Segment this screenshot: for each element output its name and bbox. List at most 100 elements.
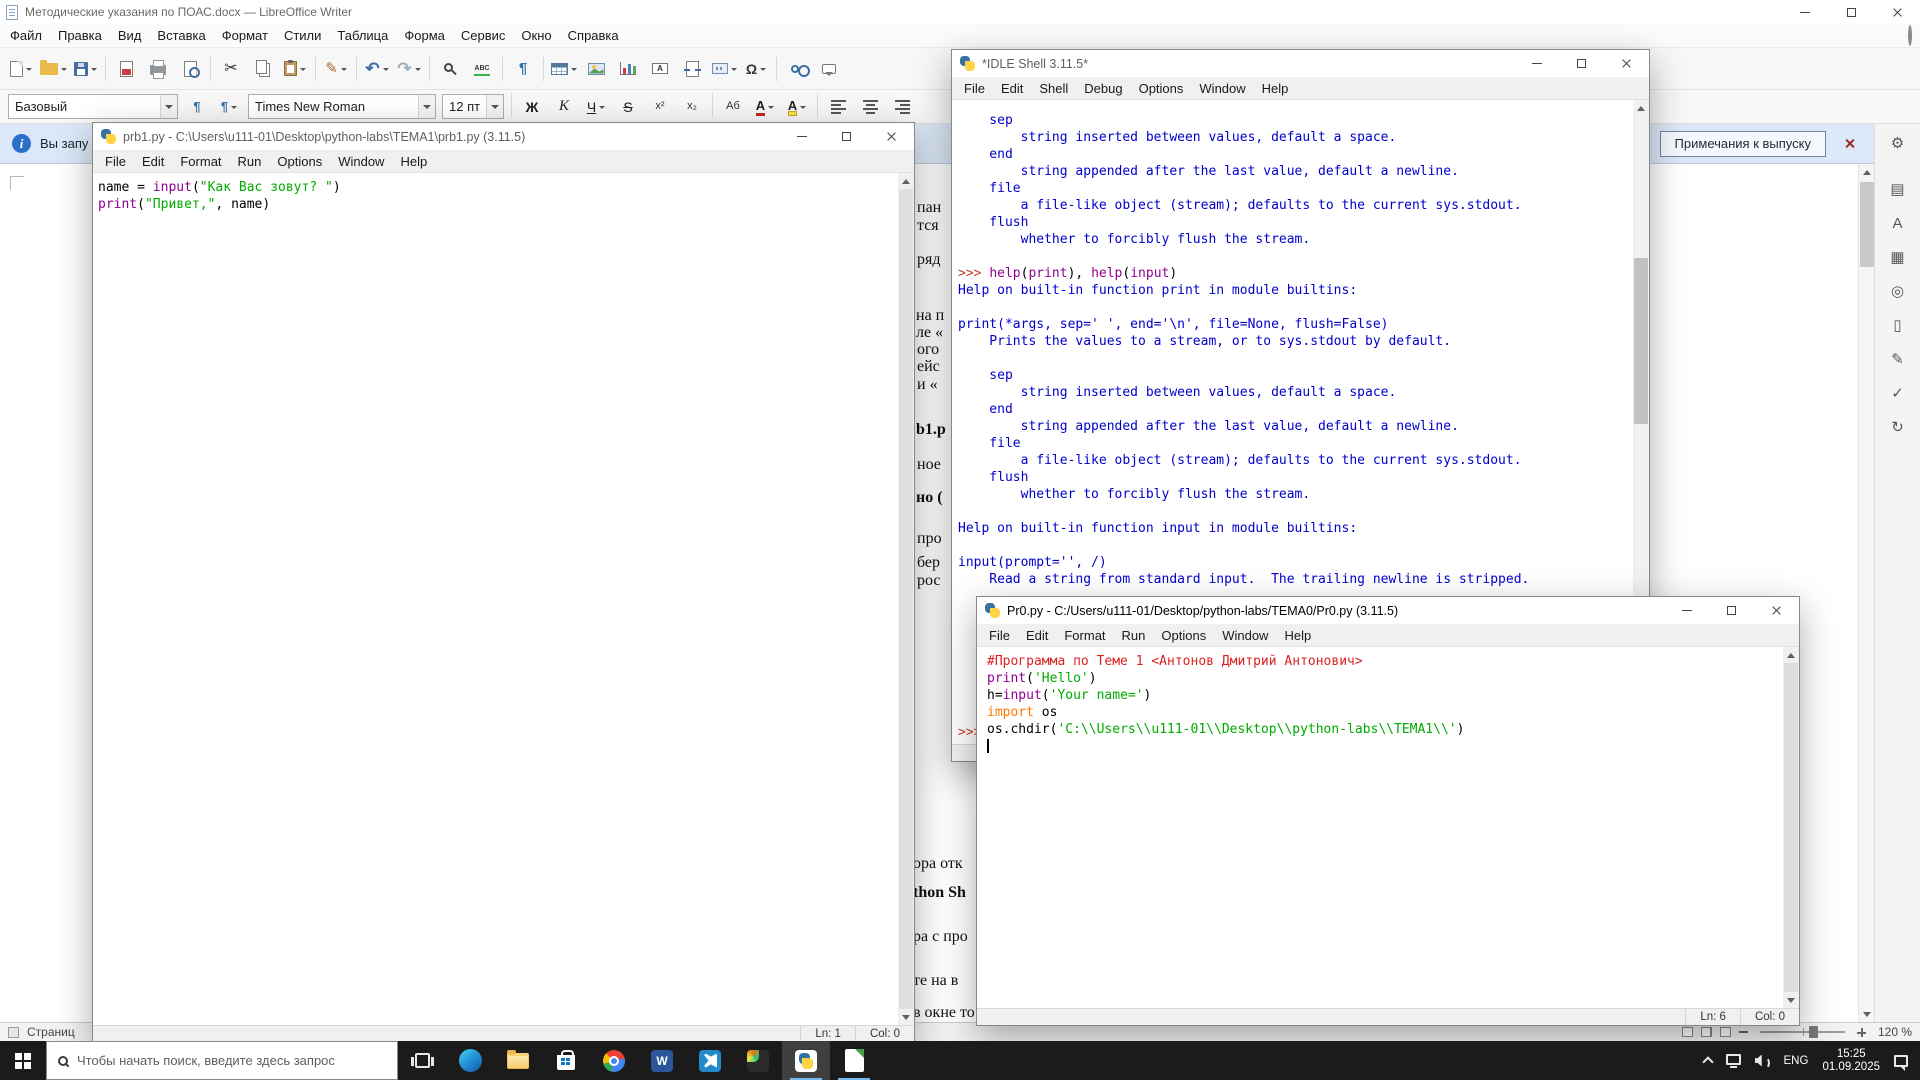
- pr0-menu-item-6[interactable]: Help: [1276, 624, 1319, 646]
- clone-formatting-icon[interactable]: ✎: [321, 55, 351, 83]
- scroll-down-icon[interactable]: [1859, 1006, 1875, 1022]
- save-icon[interactable]: [70, 55, 100, 83]
- word-icon[interactable]: W: [638, 1041, 686, 1080]
- zoom-in-icon[interactable]: [1857, 1027, 1866, 1037]
- pr0-minimize-button[interactable]: [1664, 597, 1709, 624]
- prb1-menu-item-0[interactable]: File: [97, 150, 134, 172]
- print-icon[interactable]: [143, 55, 173, 83]
- scroll-down-icon[interactable]: [1783, 992, 1799, 1008]
- lo-menu-item-5[interactable]: Стили: [276, 24, 329, 47]
- hidden-icons-chevron-icon[interactable]: [1701, 1056, 1714, 1068]
- scroll-up-icon[interactable]: [1859, 164, 1875, 180]
- file-explorer-icon[interactable]: [494, 1041, 542, 1080]
- copy-icon[interactable]: [248, 55, 278, 83]
- pr0-menu-item-2[interactable]: Format: [1056, 624, 1113, 646]
- open-file-icon[interactable]: [38, 55, 68, 83]
- combo-dropdown-icon[interactable]: [160, 95, 177, 118]
- libreoffice-icon[interactable]: [830, 1041, 878, 1080]
- print-preview-icon[interactable]: [175, 55, 205, 83]
- lo-menu-item-0[interactable]: Файл: [2, 24, 50, 47]
- zoom-slider[interactable]: [1760, 1026, 1845, 1038]
- font-name-combobox[interactable]: Times New Roman: [248, 94, 436, 119]
- get-help-icon[interactable]: [1908, 24, 1912, 46]
- paste-icon[interactable]: [280, 55, 310, 83]
- export-pdf-icon[interactable]: [111, 55, 141, 83]
- prb1-maximize-button[interactable]: [824, 123, 869, 150]
- pr0-close-button[interactable]: [1754, 597, 1799, 624]
- lo-close-button[interactable]: [1874, 0, 1920, 24]
- pr0-maximize-button[interactable]: [1709, 597, 1754, 624]
- store-icon[interactable]: [542, 1041, 590, 1080]
- shell-menu-item-2[interactable]: Shell: [1031, 77, 1076, 99]
- underline-button[interactable]: Ч: [581, 93, 611, 121]
- shell-menu-item-1[interactable]: Edit: [993, 77, 1031, 99]
- edge-icon[interactable]: [446, 1041, 494, 1080]
- subscript-button[interactable]: x₂: [677, 93, 707, 121]
- lo-menu-item-3[interactable]: Вставка: [149, 24, 213, 47]
- paragraph-style-combobox[interactable]: Базовый: [8, 94, 178, 119]
- speaker-icon[interactable]: [1755, 1055, 1770, 1069]
- find-replace-icon[interactable]: [435, 55, 465, 83]
- style-inspector-icon[interactable]: ✎: [1881, 345, 1915, 373]
- formatting-marks-icon[interactable]: ¶: [508, 55, 538, 83]
- scrollbar-thumb[interactable]: [899, 189, 913, 1009]
- new-document-icon[interactable]: [6, 55, 36, 83]
- insert-table-icon[interactable]: [549, 55, 579, 83]
- insert-field-icon[interactable]: [709, 55, 739, 83]
- lo-menu-item-2[interactable]: Вид: [110, 24, 150, 47]
- zoom-level[interactable]: 120 %: [1874, 1025, 1912, 1039]
- shell-menu-item-4[interactable]: Options: [1131, 77, 1192, 99]
- prb1-scrollbar[interactable]: [898, 173, 914, 1025]
- insert-hyperlink-icon[interactable]: [782, 55, 812, 83]
- multi-page-view-icon[interactable]: [1701, 1027, 1712, 1037]
- special-character-icon[interactable]: Ω: [741, 55, 771, 83]
- vscode-icon[interactable]: [686, 1041, 734, 1080]
- clock[interactable]: 15:25 01.09.2025: [1822, 1048, 1880, 1074]
- lo-menu-item-8[interactable]: Сервис: [453, 24, 514, 47]
- sidebar-settings-icon[interactable]: ⚙: [1881, 129, 1915, 157]
- new-style-icon[interactable]: ¶: [214, 93, 244, 121]
- font-size-combobox[interactable]: 12 пт: [442, 94, 504, 119]
- prb1-menu-item-5[interactable]: Window: [330, 150, 392, 172]
- shell-menu-item-3[interactable]: Debug: [1076, 77, 1130, 99]
- pr0-scrollbar[interactable]: [1783, 647, 1799, 1008]
- scrollbar-thumb[interactable]: [1860, 182, 1874, 267]
- lo-menu-item-9[interactable]: Окно: [513, 24, 559, 47]
- scroll-up-icon[interactable]: [898, 173, 914, 189]
- shell-maximize-button[interactable]: [1559, 50, 1604, 77]
- scrollbar-thumb[interactable]: [1634, 258, 1648, 424]
- gallery-icon[interactable]: ▦: [1881, 243, 1915, 271]
- pr0-code-area[interactable]: #Программа по Теме 1 <Антонов Дмитрий Ан…: [977, 647, 1783, 1008]
- prb1-minimize-button[interactable]: [779, 123, 824, 150]
- lo-menu-item-4[interactable]: Формат: [214, 24, 276, 47]
- shell-titlebar[interactable]: *IDLE Shell 3.11.5*: [952, 50, 1649, 77]
- redo-icon[interactable]: ↷: [394, 55, 424, 83]
- spellcheck-icon[interactable]: ABC: [467, 55, 497, 83]
- italic-button[interactable]: К: [549, 93, 579, 121]
- prb1-close-button[interactable]: [869, 123, 914, 150]
- action-center-icon[interactable]: [1894, 1054, 1908, 1071]
- release-notes-button[interactable]: Примечания к выпуску: [1659, 130, 1826, 157]
- pr0-menu-item-3[interactable]: Run: [1114, 624, 1154, 646]
- undo-icon[interactable]: ↶: [362, 55, 392, 83]
- pr0-menu-item-4[interactable]: Options: [1153, 624, 1214, 646]
- strikethrough-button[interactable]: S: [613, 93, 643, 121]
- insert-chart-icon[interactable]: [613, 55, 643, 83]
- insert-textbox-icon[interactable]: A: [645, 55, 675, 83]
- pycharm-icon[interactable]: [734, 1041, 782, 1080]
- idle-icon[interactable]: [782, 1041, 830, 1080]
- navigator-icon[interactable]: ◎: [1881, 277, 1915, 305]
- bold-button[interactable]: Ж: [517, 93, 547, 121]
- lo-minimize-button[interactable]: [1782, 0, 1828, 24]
- zoom-slider-thumb[interactable]: [1809, 1026, 1819, 1038]
- taskbar-search-input[interactable]: Чтобы начать поиск, введите здесь запрос: [46, 1041, 398, 1080]
- superscript-button[interactable]: x²: [645, 93, 675, 121]
- manage-changes-icon[interactable]: ↻: [1881, 413, 1915, 441]
- align-right-button[interactable]: [887, 93, 917, 121]
- page-break-icon[interactable]: [677, 55, 707, 83]
- prb1-code-area[interactable]: name = input("Как Вас зовут? ") print("Пр…: [93, 173, 898, 1025]
- prb1-menu-item-4[interactable]: Options: [269, 150, 330, 172]
- prb1-menu-item-1[interactable]: Edit: [134, 150, 172, 172]
- pr0-titlebar[interactable]: Pr0.py - C:/Users/u111-01/Desktop/python…: [977, 597, 1799, 624]
- combo-dropdown-icon[interactable]: [418, 95, 435, 118]
